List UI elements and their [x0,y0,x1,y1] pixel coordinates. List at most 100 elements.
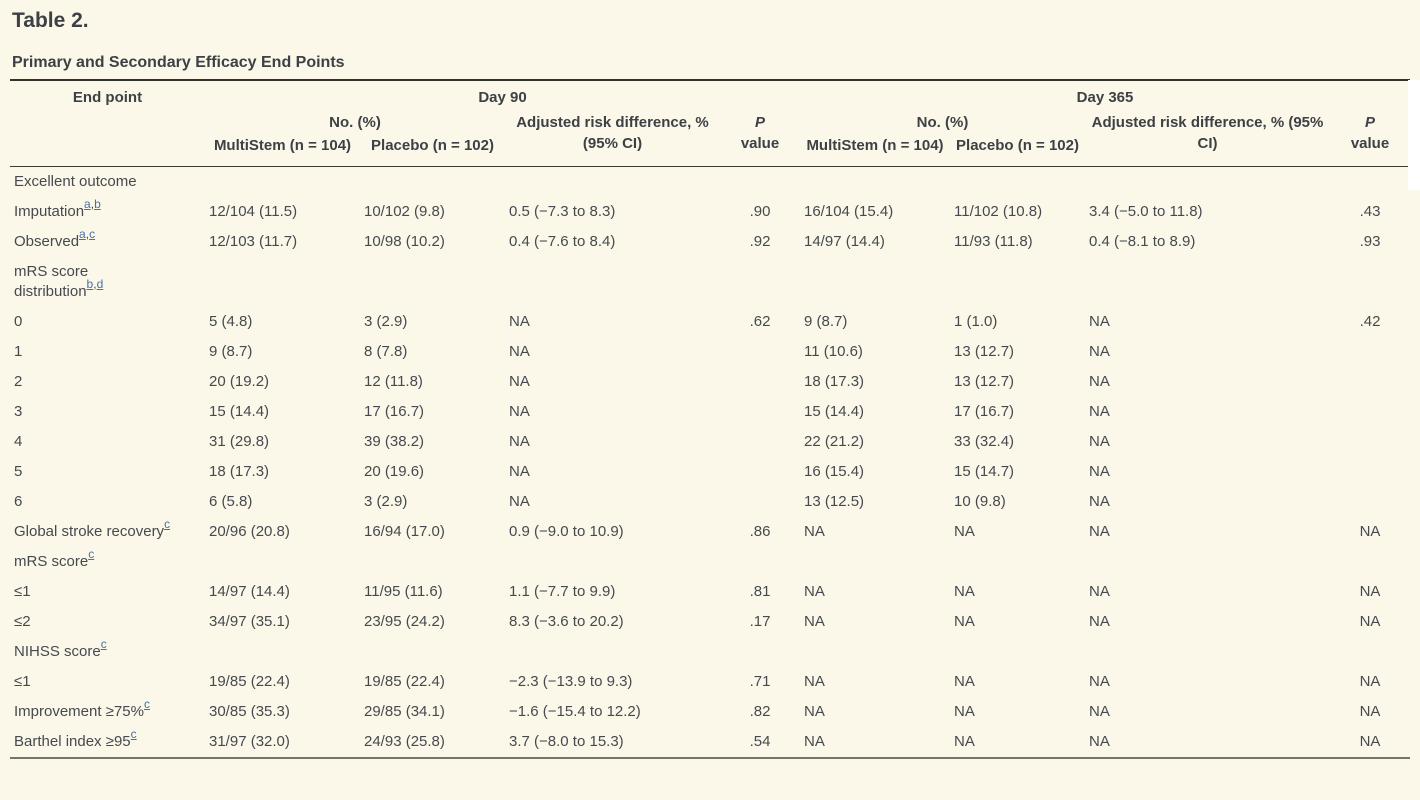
cell-d90-pvalue [720,167,800,198]
cell-d365-pvalue: NA [1330,697,1410,727]
row-label: Barthel index ≥95c [10,727,205,758]
cell-d365-placebo: 11/102 (10.8) [950,197,1085,227]
cell-d365-multistem [800,257,950,307]
cell-d90-multistem: 18 (17.3) [205,457,360,487]
footnote-link-c[interactable]: c [89,227,95,241]
footnote-link-a[interactable]: a [84,197,91,211]
cell-d90-multistem: 30/85 (35.3) [205,697,360,727]
row-label: mRS scorec [10,547,205,577]
footnote-link-c[interactable]: c [88,547,94,561]
cell-d90-placebo: 12 (11.8) [360,367,505,397]
footnote-link-d[interactable]: d [97,277,104,291]
cell-d365-risk-difference: NA [1085,667,1330,697]
col-group-no-pct-day90: No. (%) [205,110,505,135]
cell-d90-risk-difference [505,167,720,198]
cell-d90-placebo [360,637,505,667]
table-row: ≤119/85 (22.4)19/85 (22.4)−2.3 (−13.9 to… [10,667,1410,697]
col-header-ard-day90: Adjusted risk difference, % (95% CI) [505,110,720,167]
cell-d90-risk-difference: −1.6 (−15.4 to 12.2) [505,697,720,727]
cell-d90-placebo: 16/94 (17.0) [360,517,505,547]
cell-d365-pvalue: NA [1330,667,1410,697]
footnote-marker: c [164,517,170,531]
cell-d90-pvalue [720,637,800,667]
cell-d365-placebo [950,637,1085,667]
cell-d90-pvalue: .82 [720,697,800,727]
table-row: Improvement ≥75%c30/85 (35.3)29/85 (34.1… [10,697,1410,727]
table-row: 315 (14.4)17 (16.7)NA15 (14.4)17 (16.7)N… [10,397,1410,427]
cell-d90-risk-difference: 1.1 (−7.7 to 9.9) [505,577,720,607]
cell-d90-pvalue [720,337,800,367]
footnote-link-c[interactable]: c [131,727,137,741]
footnote-link-b[interactable]: b [94,197,101,211]
cell-d365-pvalue [1330,487,1410,517]
cell-d365-multistem: NA [800,727,950,758]
cell-d90-placebo: 29/85 (34.1) [360,697,505,727]
cell-d90-risk-difference: −2.3 (−13.9 to 9.3) [505,667,720,697]
cell-d90-multistem [205,547,360,577]
cell-d365-pvalue: NA [1330,607,1410,637]
cell-d90-multistem [205,167,360,198]
cell-d90-multistem: 31/97 (32.0) [205,727,360,758]
footnote-link-c[interactable]: c [101,637,107,651]
row-label: 4 [10,427,205,457]
cell-d365-placebo: 10 (9.8) [950,487,1085,517]
cell-d365-risk-difference: NA [1085,397,1330,427]
cell-d90-placebo: 8 (7.8) [360,337,505,367]
cell-d365-risk-difference [1085,547,1330,577]
table-row: ≤234/97 (35.1)23/95 (24.2)8.3 (−3.6 to 2… [10,607,1410,637]
table-row: 19 (8.7)8 (7.8)NA11 (10.6)13 (12.7)NA [10,337,1410,367]
cell-d90-pvalue [720,457,800,487]
col-group-day90: Day 90 [205,80,800,110]
cell-d90-multistem: 31 (29.8) [205,427,360,457]
row-label: 0 [10,307,205,337]
row-label: Excellent outcome [10,167,205,198]
footnote-link-c[interactable]: c [144,697,150,711]
cell-d365-multistem [800,547,950,577]
cell-d90-placebo: 17 (16.7) [360,397,505,427]
cell-d90-multistem [205,257,360,307]
col-header-multistem-day90: MultiStem (n = 104) [205,135,360,167]
cell-d365-pvalue: NA [1330,577,1410,607]
table-row: Imputationa,b12/104 (11.5)10/102 (9.8)0.… [10,197,1410,227]
cell-d90-pvalue [720,547,800,577]
cell-d365-pvalue: NA [1330,727,1410,758]
cell-d365-pvalue [1330,457,1410,487]
table-header: End point Day 90 Day 365 No. (%) Adjuste… [10,80,1410,167]
cell-d365-placebo: 17 (16.7) [950,397,1085,427]
footnote-link-b[interactable]: b [87,277,94,291]
table-caption: Primary and Secondary Efficacy End Point… [10,34,1410,79]
cell-d90-placebo [360,257,505,307]
p-italic: P [755,114,765,131]
cell-d90-placebo: 11/95 (11.6) [360,577,505,607]
cell-d90-multistem: 5 (4.8) [205,307,360,337]
cell-d90-multistem: 6 (5.8) [205,487,360,517]
footnote-marker: c [131,727,137,741]
cell-d90-risk-difference: NA [505,337,720,367]
col-header-pvalue-day365: Pvalue [1330,110,1410,167]
cell-d365-multistem: 16 (15.4) [800,457,950,487]
footnote-marker: b,d [87,277,104,291]
cell-d90-pvalue: .92 [720,227,800,257]
footnote-marker: a,b [84,197,101,211]
cell-d90-risk-difference: NA [505,367,720,397]
cell-d90-multistem: 20/96 (20.8) [205,517,360,547]
cell-d90-risk-difference [505,257,720,307]
cell-d90-risk-difference: NA [505,457,720,487]
col-header-multistem-day365: MultiStem (n = 104) [800,135,950,167]
cell-d90-multistem: 19/85 (22.4) [205,667,360,697]
cell-d365-pvalue [1330,397,1410,427]
col-header-placebo-day365: Placebo (n = 102) [950,135,1085,167]
cell-d90-placebo: 3 (2.9) [360,307,505,337]
footnote-link-a[interactable]: a [79,227,86,241]
cell-d365-risk-difference: NA [1085,727,1330,758]
cell-d365-placebo: 13 (12.7) [950,337,1085,367]
cell-d365-pvalue [1330,167,1410,198]
cell-d90-multistem: 34/97 (35.1) [205,607,360,637]
cell-d90-pvalue [720,257,800,307]
row-label: Improvement ≥75%c [10,697,205,727]
row-label: ≤1 [10,577,205,607]
footnote-link-c[interactable]: c [164,517,170,531]
table-row: ≤114/97 (14.4)11/95 (11.6)1.1 (−7.7 to 9… [10,577,1410,607]
cell-d90-pvalue: .86 [720,517,800,547]
cell-d365-risk-difference: 0.4 (−8.1 to 8.9) [1085,227,1330,257]
